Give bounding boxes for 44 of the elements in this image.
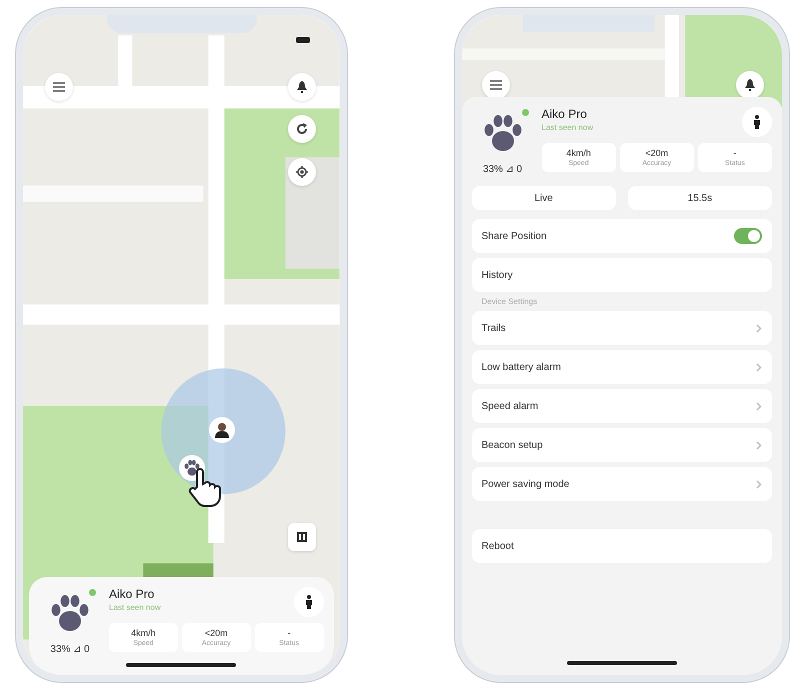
paw-icon bbox=[50, 594, 90, 632]
device-status: Last seen now bbox=[109, 603, 161, 612]
person-icon bbox=[304, 595, 313, 609]
stat-value: <20m bbox=[645, 148, 668, 158]
device-name: Aiko Pro bbox=[109, 587, 156, 601]
stat-value: 4km/h bbox=[131, 628, 156, 638]
chevron-icon bbox=[756, 324, 762, 332]
toggle-switch[interactable] bbox=[734, 228, 762, 244]
stat-value: - bbox=[733, 148, 736, 158]
setting-label: Share Position bbox=[482, 230, 547, 242]
bell-icon bbox=[745, 79, 755, 91]
paw-icon bbox=[482, 114, 523, 152]
settings-item[interactable]: Speed alarm bbox=[472, 389, 772, 423]
walk-button[interactable] bbox=[742, 107, 772, 137]
walk-button[interactable] bbox=[294, 587, 324, 617]
menu-icon bbox=[53, 82, 65, 92]
stat-value: 4km/h bbox=[566, 148, 591, 158]
chevron-icon bbox=[756, 480, 762, 488]
refresh-icon bbox=[296, 123, 308, 135]
settings-item[interactable]: Trails bbox=[472, 311, 772, 345]
settings-item[interactable]: History bbox=[472, 258, 772, 292]
bell-icon bbox=[296, 81, 307, 93]
chevron-icon bbox=[756, 362, 762, 372]
stat-value: - bbox=[288, 628, 291, 638]
map-layers-button[interactable] bbox=[288, 523, 316, 551]
stat-value: <20m bbox=[204, 628, 228, 638]
mode-button[interactable]: 15.5s bbox=[628, 186, 772, 210]
settings-item[interactable]: Low battery alarm bbox=[472, 350, 772, 384]
settings-item[interactable]: Reboot bbox=[472, 529, 772, 563]
battery-text: 33% ⊿ 0 bbox=[50, 643, 90, 655]
person-icon bbox=[753, 115, 761, 129]
section-header: Device Settings bbox=[480, 297, 538, 306]
crosshair-icon bbox=[296, 166, 308, 178]
settings-item[interactable]: Beacon setup bbox=[472, 428, 772, 462]
device-name: Aiko Pro bbox=[542, 107, 588, 121]
device-status: Last seen now bbox=[542, 123, 594, 132]
chevron-icon bbox=[756, 440, 762, 450]
mode-button[interactable]: Live bbox=[472, 186, 616, 210]
menu-icon bbox=[490, 80, 502, 90]
chevron-icon bbox=[756, 402, 762, 410]
battery-icon bbox=[296, 37, 310, 43]
settings-item[interactable]: Power saving mode bbox=[472, 467, 772, 501]
hand-cursor-icon bbox=[187, 467, 221, 507]
battery-text: 33% ⊿ 0 bbox=[482, 163, 522, 175]
